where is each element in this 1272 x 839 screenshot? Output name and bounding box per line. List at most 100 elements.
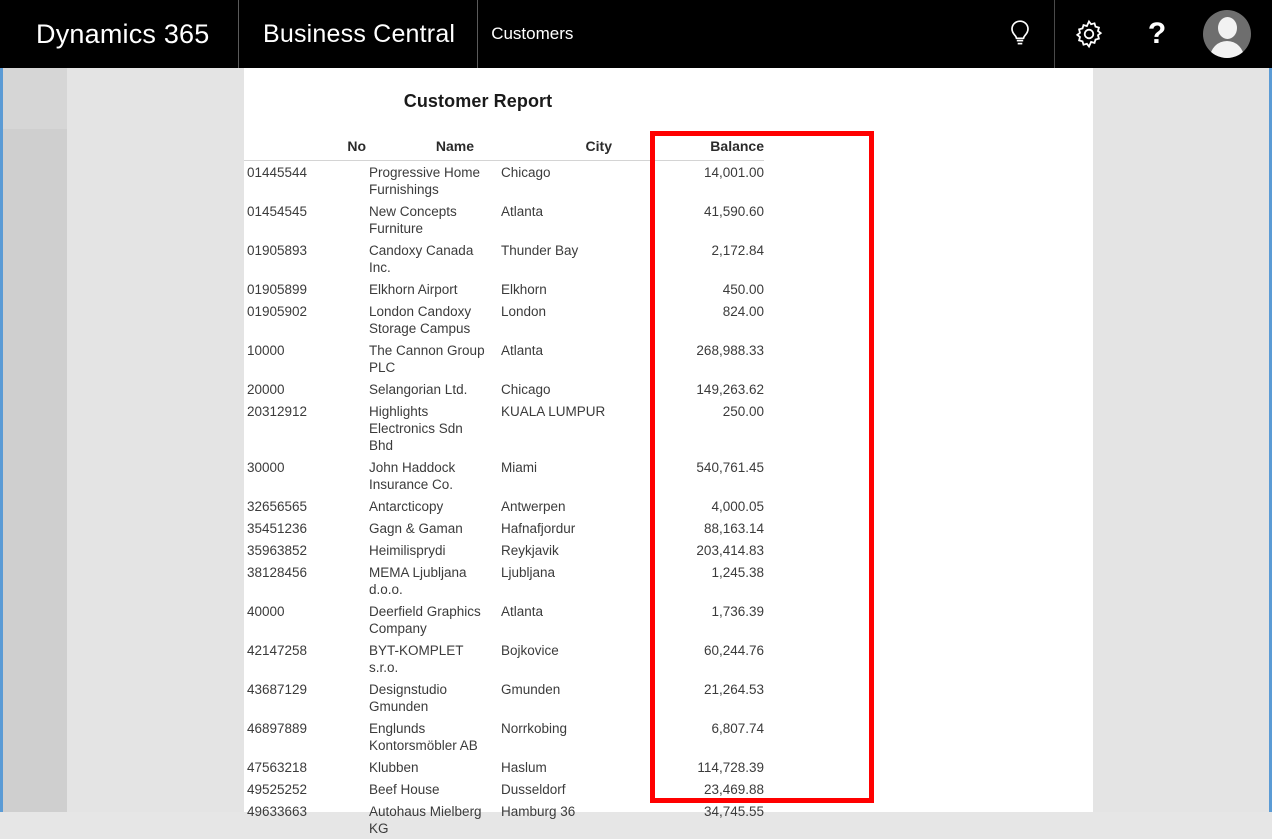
table-row: 35963852HeimilisprydiReykjavik203,414.83 (244, 539, 764, 561)
table-row: 20312912Highlights Electronics Sdn BhdKU… (244, 400, 764, 456)
cell-name: New Concepts Furniture (366, 200, 498, 239)
cell-city: Norrkobing (498, 717, 636, 756)
cell-city: Hafnafjordur (498, 517, 636, 539)
table-row: 20000Selangorian Ltd.Chicago149,263.62 (244, 378, 764, 400)
cell-no: 38128456 (244, 561, 366, 600)
window-edge-left (0, 68, 3, 812)
cell-name: John Haddock Insurance Co. (366, 456, 498, 495)
cell-city: Chicago (498, 378, 636, 400)
cell-balance: 14,001.00 (636, 161, 764, 201)
column-header-city[interactable]: City (498, 138, 636, 161)
table-row: 10000The Cannon Group PLCAtlanta268,988.… (244, 339, 764, 378)
help-button[interactable]: ? (1123, 0, 1191, 68)
lightbulb-icon (1007, 19, 1033, 49)
cell-balance: 450.00 (636, 278, 764, 300)
cell-city: Ljubljana (498, 561, 636, 600)
column-header-name[interactable]: Name (366, 138, 498, 161)
appbar-spacer (573, 0, 986, 68)
cell-name: Gagn & Gaman (366, 517, 498, 539)
cell-name: Progressive Home Furnishings (366, 161, 498, 201)
table-row: 49633663Autohaus Mielberg KGHamburg 3634… (244, 800, 764, 839)
cell-name: Selangorian Ltd. (366, 378, 498, 400)
cell-no: 49633663 (244, 800, 366, 839)
cell-no: 40000 (244, 600, 366, 639)
cell-balance: 23,469.88 (636, 778, 764, 800)
cell-no: 47563218 (244, 756, 366, 778)
table-row: 30000John Haddock Insurance Co.Miami540,… (244, 456, 764, 495)
cell-city: Hamburg 36 (498, 800, 636, 839)
brand-business-central-label: Business Central (263, 20, 455, 49)
cell-no: 10000 (244, 339, 366, 378)
top-app-bar: Dynamics 365 Business Central Customers (0, 0, 1272, 68)
cell-no: 49525252 (244, 778, 366, 800)
cell-city: Atlanta (498, 339, 636, 378)
cell-balance: 4,000.05 (636, 495, 764, 517)
cell-city: KUALA LUMPUR (498, 400, 636, 456)
table-row: 32656565AntarcticopyAntwerpen4,000.05 (244, 495, 764, 517)
brand-dynamics-365-label: Dynamics 365 (36, 19, 209, 50)
question-mark-icon: ? (1148, 19, 1166, 49)
table-row: 01905902London Candoxy Storage CampusLon… (244, 300, 764, 339)
avatar-icon (1203, 10, 1251, 58)
account-button[interactable] (1191, 0, 1259, 68)
cell-balance: 114,728.39 (636, 756, 764, 778)
table-row: 01445544Progressive Home FurnishingsChic… (244, 161, 764, 201)
page-context[interactable]: Customers (478, 0, 573, 68)
table-row: 47563218KlubbenHaslum114,728.39 (244, 756, 764, 778)
cell-no: 01454545 (244, 200, 366, 239)
cell-no: 01445544 (244, 161, 366, 201)
cell-balance: 34,745.55 (636, 800, 764, 839)
left-rail-bottom-panel (3, 129, 67, 812)
cell-no: 43687129 (244, 678, 366, 717)
settings-button[interactable] (1055, 0, 1123, 68)
brand-dynamics-365[interactable]: Dynamics 365 (0, 0, 238, 68)
cell-city: Dusseldorf (498, 778, 636, 800)
tell-me-button[interactable] (986, 0, 1054, 68)
avatar-body (1210, 41, 1244, 58)
cell-name: London Candoxy Storage Campus (366, 300, 498, 339)
cell-no: 35963852 (244, 539, 366, 561)
brand-business-central[interactable]: Business Central (239, 0, 477, 68)
cell-name: Candoxy Canada Inc. (366, 239, 498, 278)
cell-city: Haslum (498, 756, 636, 778)
table-row: 01905893Candoxy Canada Inc.Thunder Bay2,… (244, 239, 764, 278)
column-header-no[interactable]: No (244, 138, 366, 161)
cell-city: Bojkovice (498, 639, 636, 678)
cell-name: Antarcticopy (366, 495, 498, 517)
cell-name: Elkhorn Airport (366, 278, 498, 300)
table-row: 01454545New Concepts FurnitureAtlanta41,… (244, 200, 764, 239)
cell-name: The Cannon Group PLC (366, 339, 498, 378)
cell-name: Designstudio Gmunden (366, 678, 498, 717)
table-row: 46897889Englunds Kontorsmöbler ABNorrkob… (244, 717, 764, 756)
cell-name: Klubben (366, 756, 498, 778)
cell-name: Heimilisprydi (366, 539, 498, 561)
cell-city: Thunder Bay (498, 239, 636, 278)
cell-balance: 540,761.45 (636, 456, 764, 495)
cell-name: Beef House (366, 778, 498, 800)
cell-city: Gmunden (498, 678, 636, 717)
cell-balance: 88,163.14 (636, 517, 764, 539)
cell-balance: 41,590.60 (636, 200, 764, 239)
cell-balance: 149,263.62 (636, 378, 764, 400)
table-row: 38128456MEMA Ljubljana d.o.o.Ljubljana1,… (244, 561, 764, 600)
cell-city: London (498, 300, 636, 339)
cell-name: Englunds Kontorsmöbler AB (366, 717, 498, 756)
cell-no: 35451236 (244, 517, 366, 539)
cell-city: Atlanta (498, 200, 636, 239)
table-body: 01445544Progressive Home Furnishings Chic… (244, 161, 764, 839)
cell-city: Atlanta (498, 600, 636, 639)
report-title: Customer Report (244, 91, 712, 112)
cell-balance: 1,736.39 (636, 600, 764, 639)
cell-name: BYT-KOMPLET s.r.o. (366, 639, 498, 678)
table-header: No Name City Balance (244, 138, 764, 161)
cell-balance: 824.00 (636, 300, 764, 339)
cell-city: Elkhorn (498, 278, 636, 300)
cell-name: Highlights Electronics Sdn Bhd (366, 400, 498, 456)
cell-name: MEMA Ljubljana d.o.o. (366, 561, 498, 600)
cell-balance: 1,245.38 (636, 561, 764, 600)
table-row: 42147258BYT-KOMPLET s.r.o.Bojkovice60,24… (244, 639, 764, 678)
table-row: 43687129Designstudio GmundenGmunden21,26… (244, 678, 764, 717)
cell-balance: 60,244.76 (636, 639, 764, 678)
cell-no: 20312912 (244, 400, 366, 456)
column-header-balance[interactable]: Balance (636, 138, 764, 161)
